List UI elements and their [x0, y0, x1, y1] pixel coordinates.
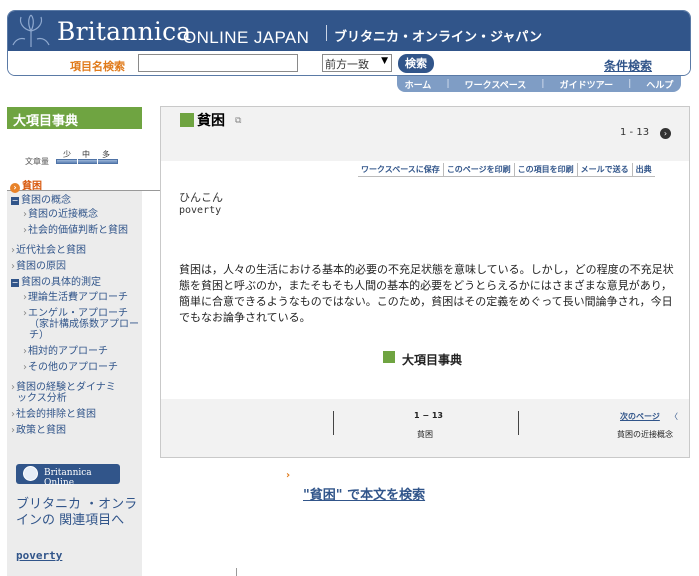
toc-item-policy[interactable]: 政策と貧困 [11, 425, 66, 437]
nav-separator: | [446, 79, 450, 89]
search-row: 項目名検索 前方一致 ▼ 検索 条件検索 [8, 51, 690, 75]
section-label: 大項目事典 [402, 353, 463, 367]
search-mode-value: 前方一致 [325, 58, 369, 71]
next-page-icon[interactable]: › [660, 128, 671, 139]
article-body: 貧困は，人々の生活における基本的必要の不充足状態を意味している。しかし，どの程度… [179, 263, 674, 324]
save-workspace-button[interactable]: ワークスペースに保存 [358, 163, 444, 177]
nav-home[interactable]: ホーム [405, 78, 432, 91]
pager-divider [333, 411, 334, 435]
text-size-slider[interactable] [56, 159, 118, 164]
brand-divider [326, 25, 327, 41]
related-items-link[interactable]: ブリタニカ ・オンラインの 関連項目へ [16, 497, 138, 529]
poverty-link[interactable]: poverty [16, 549, 62, 562]
article-header: 貧困 ⧉ 1 - 13 › [161, 107, 689, 161]
toc-item-social-exclusion[interactable]: 社会的排除と貧困 [11, 409, 96, 421]
fulltext-search-link[interactable]: "貧困" で本文を検索 [303, 484, 425, 503]
search-label: 項目名検索 [70, 60, 125, 73]
sidebar-title: 大項目事典 [7, 107, 142, 129]
brand-japanese: ブリタニカ・オンライン・ジャパン [334, 30, 543, 45]
toc-current-label: 貧困 [22, 181, 42, 192]
toc-item-other[interactable]: その他のアプローチ [23, 362, 118, 374]
article-panel: 貧困 ⧉ 1 - 13 › ワークスペースに保存 このページを印刷 この項目を印… [160, 106, 690, 458]
arrow-right-icon: › [10, 183, 20, 193]
seal-icon [23, 466, 38, 481]
chevron-right-icon: › [286, 470, 291, 481]
divider [236, 568, 237, 576]
search-input[interactable] [138, 54, 298, 72]
search-button[interactable]: 検索 [398, 54, 434, 73]
print-item-button[interactable]: この項目を印刷 [514, 163, 578, 177]
toc-item-relative[interactable]: 相対的アプローチ [23, 346, 108, 358]
nav-guide-tour[interactable]: ガイドツアー [560, 78, 613, 91]
toc-item-measurement[interactable]: − 貧困の具体的測定 [11, 277, 101, 289]
advanced-search-link[interactable]: 条件検索 [604, 57, 652, 74]
toc-item-theoretical[interactable]: 理論生活費アプローチ [23, 292, 128, 304]
article-title: 貧困 [197, 113, 225, 129]
nav-help[interactable]: ヘルプ [646, 78, 673, 91]
thistle-logo-icon [12, 14, 50, 47]
title-marker [180, 113, 194, 127]
nav-separator: | [541, 79, 545, 89]
nav-separator: | [628, 79, 632, 89]
copy-icon[interactable]: ⧉ [235, 116, 241, 126]
toc-item-engel-cont2[interactable]: チ） [29, 330, 49, 342]
site-header: Britannica ONLINE JAPAN ブリタニカ・オンライン・ジャパン… [7, 10, 691, 76]
text-size-label: 文章量 [25, 157, 49, 166]
nav-workspace[interactable]: ワークスペース [465, 78, 527, 91]
sidebar: 大項目事典 文章量 少 中 多 ›貧困 −貧困の概念 貧困の近接概念 社会的価値… [7, 107, 160, 576]
britannica-online-logo[interactable]: Britannica Online [16, 464, 120, 488]
page-range: 1 - 13 [620, 127, 650, 138]
article-toolbar: ワークスペースに保存 このページを印刷 この項目を印刷 メールで送る 出典 [358, 163, 655, 177]
chevron-icon: 〈 [670, 412, 678, 421]
source-button[interactable]: 出典 [632, 163, 655, 177]
article-reading: ひんこん [179, 191, 223, 204]
pager-divider [518, 411, 519, 435]
brand-name: Britannica [57, 17, 192, 46]
toc-item-concept[interactable]: − 貧困の概念 [11, 195, 71, 207]
collapse-icon: − [11, 278, 19, 287]
next-page-link[interactable]: 次のページ [620, 411, 660, 422]
toc-item-modern-society[interactable]: 近代社会と貧困 [11, 245, 86, 257]
global-nav: ホーム | ワークスペース | ガイドツアー | ヘルプ [397, 76, 681, 92]
chevron-down-icon: ▼ [381, 56, 388, 66]
article-english: poverty [179, 205, 222, 216]
toc-item-near-concept[interactable]: 貧困の近接概念 [23, 209, 98, 221]
toc-item-dynamics-cont[interactable]: ックス分析 [17, 393, 67, 405]
pager-range: 1 − 13 [414, 411, 443, 420]
email-button[interactable]: メールで送る [577, 163, 633, 177]
pager-current: 貧困 [417, 430, 433, 439]
brand-edition: ONLINE JAPAN [183, 28, 310, 47]
text-size-control: 文章量 少 中 多 [7, 129, 142, 179]
toc-current-item[interactable]: › 貧困 [7, 177, 160, 193]
next-page-title: 貧困の近接概念 [617, 430, 673, 439]
toc-item-causes[interactable]: 貧困の原因 [11, 261, 66, 273]
print-page-button[interactable]: このページを印刷 [443, 163, 515, 177]
collapse-icon: − [11, 196, 19, 205]
section-marker [383, 351, 395, 363]
toc-item-social-value[interactable]: 社会的価値判断と貧困 [23, 225, 128, 237]
search-mode-select[interactable]: 前方一致 ▼ [322, 54, 392, 72]
pager: 1 − 13 貧困 次のページ 〈 貧困の近接概念 [161, 399, 689, 457]
header-bar: Britannica ONLINE JAPAN ブリタニカ・オンライン・ジャパン [8, 11, 690, 51]
